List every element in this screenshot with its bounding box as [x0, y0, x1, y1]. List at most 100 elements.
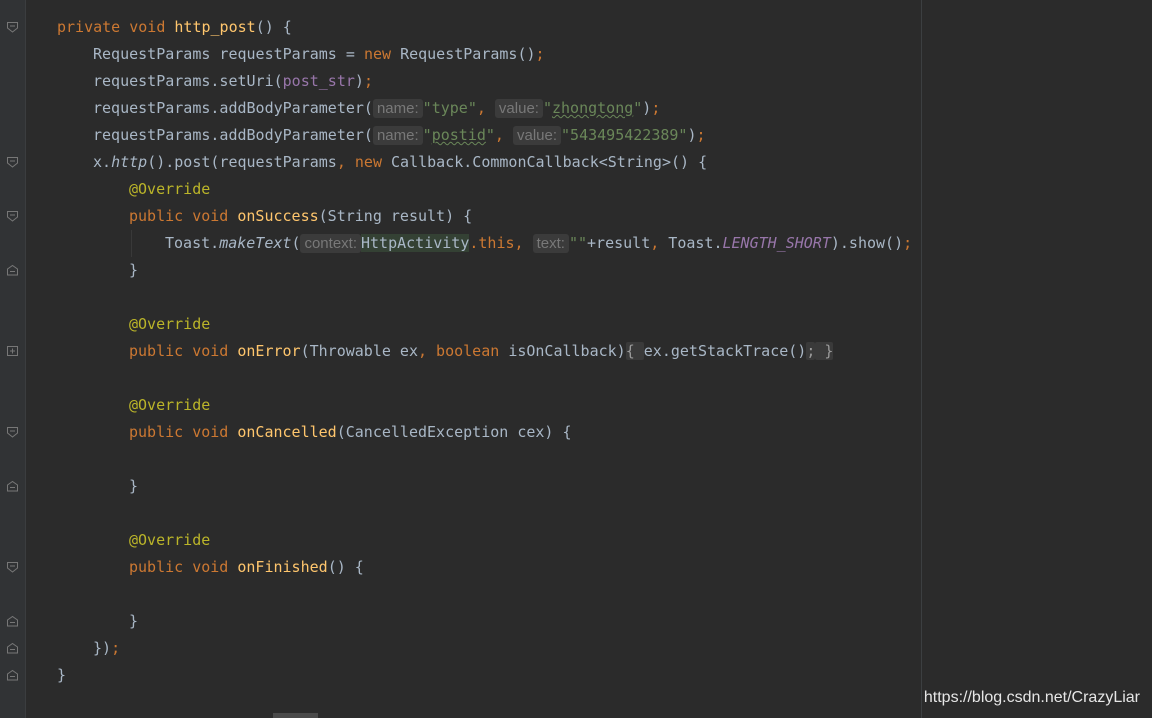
code-token: onFinished [237, 558, 328, 576]
code-token: RequestParams() [400, 45, 536, 63]
code-line[interactable]: @Override [57, 527, 912, 554]
code-token: } [129, 477, 139, 495]
code-token: void [129, 18, 175, 36]
code-token: ; [535, 45, 545, 63]
code-token: http [111, 153, 148, 171]
code-line[interactable]: } [57, 608, 912, 635]
code-token: " [422, 126, 432, 144]
code-token: Toast. [165, 234, 220, 252]
parameter-hint: name: [372, 126, 423, 145]
code-line[interactable]: public void onFinished() { [57, 554, 912, 581]
code-line[interactable] [57, 284, 912, 311]
code-token: RequestParams requestParams = [93, 45, 364, 63]
horizontal-scrollbar-thumb[interactable] [273, 713, 318, 718]
code-token: onSuccess [237, 207, 319, 225]
fold-collapse-icon[interactable] [6, 264, 19, 276]
code-token: ; [903, 234, 913, 252]
code-line[interactable]: @Override [57, 176, 912, 203]
fold-collapse-icon[interactable] [6, 615, 19, 627]
code-token: private [57, 18, 130, 36]
parameter-hint: value: [494, 99, 543, 118]
code-token: " [542, 99, 552, 117]
code-token: "" [568, 234, 588, 252]
code-line[interactable]: x.http().post(requestParams, new Callbac… [57, 149, 912, 176]
code-token: LENGTH_SHORT [722, 234, 831, 252]
fold-collapse-icon[interactable] [6, 642, 19, 654]
code-token: http_post [174, 18, 256, 36]
code-line[interactable]: public void onSuccess(String result) { [57, 203, 912, 230]
code-token: makeText [219, 234, 292, 252]
code-line[interactable]: public void onError(Throwable ex, boolea… [57, 338, 912, 365]
code-token: ; [696, 126, 706, 144]
code-token: ex.getStackTrace() [643, 342, 807, 360]
code-token: requestParams.setUri( [93, 72, 283, 90]
fold-collapse-icon[interactable] [6, 669, 19, 681]
code-line[interactable]: RequestParams requestParams = new Reques… [57, 41, 912, 68]
code-token: ).show() [830, 234, 904, 252]
parameter-hint: name: [372, 99, 423, 118]
code-token: , boolean [418, 342, 509, 360]
code-token: void [192, 423, 238, 441]
code-token: isOnCallback) [508, 342, 626, 360]
code-token: onError [237, 342, 301, 360]
fold-collapse-icon[interactable] [6, 21, 19, 33]
code-token: " [485, 126, 495, 144]
code-token: } [57, 666, 67, 684]
code-token: HttpActivity [361, 234, 470, 252]
fold-collapse-icon[interactable] [6, 561, 19, 573]
code-line[interactable]: requestParams.addBodyParameter(name: "pos… [57, 122, 912, 149]
code-token: () { [255, 18, 292, 36]
code-token: (CancelledException cex) { [336, 423, 572, 441]
code-token: , [650, 234, 669, 252]
right-margin-guide [921, 0, 922, 718]
code-token: new [363, 45, 401, 63]
code-token: postid [431, 126, 486, 144]
code-line[interactable] [57, 446, 912, 473]
code-line[interactable] [57, 365, 912, 392]
editor-gutter[interactable] [0, 0, 26, 718]
code-token: +result [587, 234, 651, 252]
code-token: ; [111, 639, 121, 657]
code-line[interactable]: } [57, 473, 912, 500]
code-editor[interactable]: private void http_post() {RequestParams … [57, 14, 912, 689]
code-token: } [815, 342, 834, 360]
code-line[interactable]: public void onCancelled(CancelledExcepti… [57, 419, 912, 446]
code-line[interactable]: requestParams.setUri(post_str); [57, 68, 912, 95]
fold-collapse-icon[interactable] [6, 210, 19, 222]
code-token: () { [327, 558, 364, 576]
code-line[interactable]: private void http_post() { [57, 14, 912, 41]
code-token: void [192, 558, 238, 576]
gutter-divider [25, 0, 26, 718]
code-token: @Override [129, 315, 211, 333]
code-token: (String result) { [318, 207, 473, 225]
fold-collapse-icon[interactable] [6, 480, 19, 492]
code-token: void [192, 342, 238, 360]
code-line[interactable] [57, 500, 912, 527]
code-line[interactable]: }); [57, 635, 912, 662]
parameter-hint: text: [532, 234, 569, 253]
parameter-hint: value: [512, 126, 562, 145]
code-token: ().post(requestParams [147, 153, 337, 171]
code-token: public [129, 207, 193, 225]
code-token: " [633, 99, 643, 117]
fold-collapse-icon[interactable] [6, 156, 19, 168]
code-token: , [476, 99, 495, 117]
code-token: x. [93, 153, 112, 171]
code-line[interactable]: @Override [57, 311, 912, 338]
code-token: @Override [129, 396, 211, 414]
code-line[interactable] [57, 581, 912, 608]
watermark: https://blog.csdn.net/CrazyLiar [923, 689, 1140, 706]
code-line[interactable]: Toast.makeText(context: HttpActivity.this… [57, 230, 912, 257]
fold-expand-icon[interactable] [6, 345, 19, 357]
code-token: @Override [129, 180, 211, 198]
code-token: public [129, 423, 193, 441]
fold-collapse-icon[interactable] [6, 426, 19, 438]
code-token: } [129, 612, 139, 630]
code-line[interactable]: requestParams.addBodyParameter(name: "typ… [57, 95, 912, 122]
code-line[interactable]: } [57, 662, 912, 689]
code-line[interactable]: } [57, 257, 912, 284]
code-token: zhongtong [551, 99, 634, 117]
code-token: public [129, 342, 193, 360]
code-token: post_str [282, 72, 355, 90]
code-line[interactable]: @Override [57, 392, 912, 419]
